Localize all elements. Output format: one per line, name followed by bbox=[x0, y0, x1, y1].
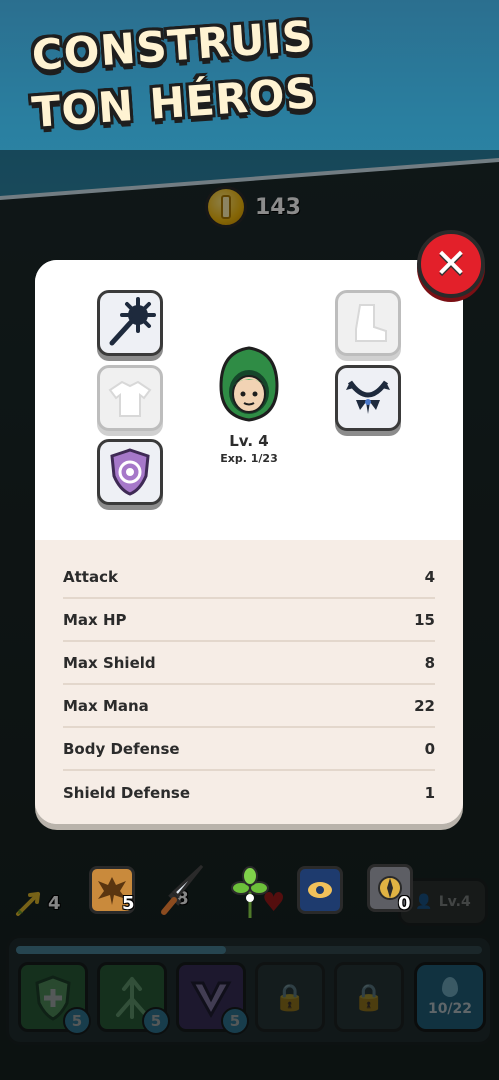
stat-row-max-mana: Max Mana 22 bbox=[63, 685, 435, 728]
shirt-icon bbox=[108, 380, 152, 417]
hooded-hero-avatar-icon bbox=[219, 346, 279, 422]
stat-row-max-hp: Max HP 15 bbox=[63, 599, 435, 642]
stat-row-attack: Attack 4 bbox=[63, 556, 435, 599]
stat-value: 22 bbox=[414, 696, 435, 715]
shield-icon bbox=[110, 448, 150, 496]
boots-slot[interactable] bbox=[335, 290, 401, 356]
hero-equipment-modal: Lv. 4 Exp. 1/23 Attack 4 Max HP 15 Max S… bbox=[35, 260, 463, 824]
mace-icon bbox=[109, 297, 156, 346]
stat-label: Body Defense bbox=[63, 739, 180, 758]
amulet-icon bbox=[346, 380, 390, 414]
stat-label: Shield Defense bbox=[63, 783, 191, 802]
stat-value: 4 bbox=[424, 567, 435, 586]
stat-value: 0 bbox=[424, 739, 435, 758]
stat-value: 15 bbox=[414, 610, 435, 629]
stat-row-max-shield: Max Shield 8 bbox=[63, 642, 435, 685]
shield-slot[interactable] bbox=[97, 439, 163, 505]
stat-row-shield-defense: Shield Defense 1 bbox=[63, 771, 435, 814]
hero-level: Lv. 4 bbox=[229, 432, 269, 450]
stat-label: Max HP bbox=[63, 610, 127, 629]
amulet-slot[interactable] bbox=[335, 365, 401, 431]
armor-slot[interactable] bbox=[97, 365, 163, 431]
close-button[interactable]: ✕ bbox=[417, 230, 485, 298]
equipment-area: Lv. 4 Exp. 1/23 bbox=[35, 260, 463, 540]
sword-icon[interactable] bbox=[158, 862, 208, 922]
stat-label: Attack bbox=[63, 567, 118, 586]
stat-label: Max Mana bbox=[63, 696, 149, 715]
stat-label: Max Shield bbox=[63, 653, 156, 672]
stat-value: 1 bbox=[424, 783, 435, 802]
hero-exp: Exp. 1/23 bbox=[220, 452, 278, 465]
close-icon: ✕ bbox=[434, 241, 468, 287]
stats-list: Attack 4 Max HP 15 Max Shield 8 Max Mana… bbox=[35, 540, 463, 824]
stat-value: 8 bbox=[424, 653, 435, 672]
scroll-count: 0 bbox=[398, 893, 411, 914]
weapon-slot[interactable] bbox=[97, 290, 163, 356]
eye-emblem-icon bbox=[308, 882, 332, 898]
herb-icon[interactable] bbox=[228, 864, 272, 922]
boot-icon bbox=[355, 304, 387, 342]
hero-avatar bbox=[215, 346, 283, 422]
eye-book-icon[interactable] bbox=[297, 866, 343, 914]
eagle-card-count: 5 bbox=[122, 893, 135, 914]
stat-row-body-defense: Body Defense 0 bbox=[63, 728, 435, 771]
